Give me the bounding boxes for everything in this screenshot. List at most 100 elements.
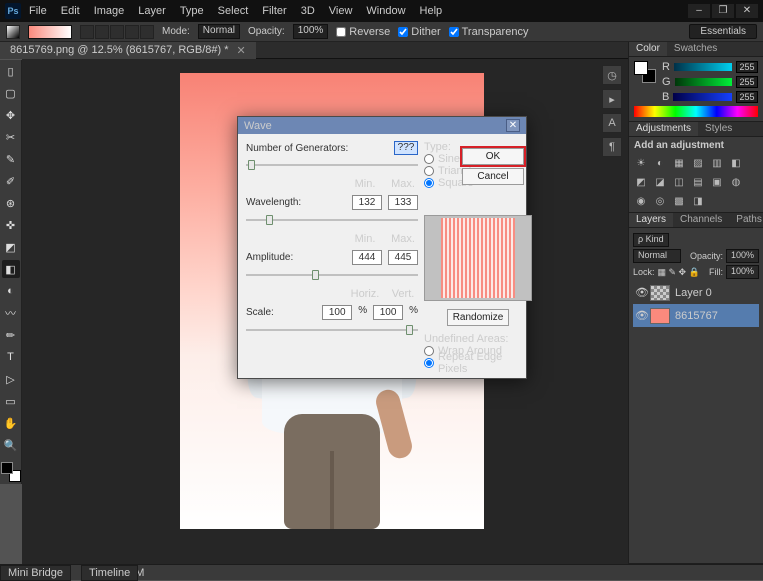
adj-icon[interactable]: ◎ [653,195,667,209]
transparency-checkbox[interactable]: Transparency [449,26,529,38]
cancel-button[interactable]: Cancel [462,168,524,185]
tool-eyedropper[interactable]: ✎ [2,150,20,168]
menu-filter[interactable]: Filter [256,5,292,17]
gradient-type-buttons[interactable] [80,25,154,39]
fill-value[interactable]: 100% [726,265,759,279]
tab-color[interactable]: Color [629,42,667,56]
tool-hand[interactable]: ✋ [2,414,20,432]
generators-slider[interactable] [246,159,418,171]
tab-styles[interactable]: Styles [698,122,739,136]
tab-adjustments[interactable]: Adjustments [629,122,698,136]
menu-type[interactable]: Type [174,5,210,17]
tab-timeline[interactable]: Timeline [81,565,138,581]
tool-history[interactable]: ◩ [2,238,20,256]
tool-pen[interactable]: ✏ [2,326,20,344]
menu-layer[interactable]: Layer [132,5,172,17]
tab-channels[interactable]: Channels [673,213,729,227]
menu-view[interactable]: View [323,5,359,17]
tool-blur[interactable]: ◐ [2,282,20,300]
adj-icon[interactable]: ◉ [634,195,648,209]
amplitude-max-input[interactable]: 445 [388,250,418,265]
opacity-select[interactable]: 100% [293,24,329,39]
tab-paths[interactable]: Paths [729,213,763,227]
amplitude-min-input[interactable]: 444 [352,250,382,265]
tool-marquee[interactable]: ▢ [2,84,20,102]
tool-move[interactable]: ▯ [2,62,20,80]
adj-icon[interactable]: ▦ [672,157,686,171]
b-slider[interactable] [673,93,732,101]
wavelength-slider[interactable] [246,214,418,226]
paragraph-panel-icon[interactable]: ¶ [602,137,622,157]
dither-checkbox[interactable]: Dither [398,26,440,38]
tool-shape[interactable]: ▭ [2,392,20,410]
tool-type[interactable]: T [2,348,20,366]
tool-lasso[interactable]: ✥ [2,106,20,124]
menu-edit[interactable]: Edit [55,5,86,17]
tool-zoom[interactable]: 🔍 [2,436,20,454]
color-spectrum[interactable] [634,106,758,117]
tool-healing[interactable]: ✐ [2,172,20,190]
scale-horiz-input[interactable]: 100 [322,305,352,320]
color-fgbg[interactable] [634,61,656,83]
menu-3d[interactable]: 3D [295,5,321,17]
tool-brush[interactable]: ⊛ [2,194,20,212]
adj-icon[interactable]: ◐ [653,157,667,171]
wavelength-min-input[interactable]: 132 [352,195,382,210]
layer-row[interactable]: 👁 8615767 [633,304,759,327]
close-tab-icon[interactable]: ✕ [237,44,246,57]
r-slider[interactable] [674,63,732,71]
adj-icon[interactable]: ☀ [634,157,648,171]
layer-row[interactable]: 👁 Layer 0 [633,281,759,304]
visibility-icon[interactable]: 👁 [635,286,645,299]
tool-crop[interactable]: ✂ [2,128,20,146]
adj-icon[interactable]: ◪ [653,176,667,190]
adj-icon[interactable]: ◨ [691,195,705,209]
layer-kind-filter[interactable]: ρ Kind [633,233,669,247]
wavelength-max-input[interactable]: 133 [388,195,418,210]
gradient-tool-icon[interactable] [6,25,20,39]
adj-icon[interactable]: ◩ [634,176,648,190]
layer-opacity-value[interactable]: 100% [726,249,759,263]
randomize-button[interactable]: Randomize [447,309,509,326]
history-panel-icon[interactable]: ◷ [602,65,622,85]
adj-icon[interactable]: ▤ [691,176,705,190]
tool-gradient[interactable]: ◧ [2,260,20,278]
lock-icons[interactable]: ▦ ✎ ✥ 🔒 [658,267,700,278]
window-minimize[interactable]: – [688,4,710,18]
amplitude-slider[interactable] [246,269,418,281]
ok-button[interactable]: OK [462,148,524,165]
dialog-close-icon[interactable]: ✕ [506,119,520,132]
actions-panel-icon[interactable]: ▸ [602,89,622,109]
reverse-checkbox[interactable]: Reverse [336,26,390,38]
menu-select[interactable]: Select [212,5,255,17]
character-panel-icon[interactable]: A [602,113,622,133]
adj-icon[interactable]: ◍ [729,176,743,190]
menu-window[interactable]: Window [360,5,411,17]
adj-icon[interactable]: ◫ [672,176,686,190]
undef-repeat[interactable]: Repeat Edge Pixels [424,357,532,369]
adj-icon[interactable]: ▩ [672,195,686,209]
menu-help[interactable]: Help [414,5,449,17]
window-close[interactable]: ✕ [736,4,758,18]
generators-input[interactable]: ??? [394,141,418,155]
tab-swatches[interactable]: Swatches [667,42,724,56]
tool-stamp[interactable]: ✜ [2,216,20,234]
menu-image[interactable]: Image [88,5,131,17]
tool-dodge[interactable]: 〰 [2,304,20,322]
tab-layers[interactable]: Layers [629,213,673,227]
dialog-titlebar[interactable]: Wave ✕ [238,117,526,134]
scale-vert-input[interactable]: 100 [373,305,403,320]
adj-icon[interactable]: ▨ [691,157,705,171]
tab-mini-bridge[interactable]: Mini Bridge [0,565,71,581]
blend-mode-select[interactable]: Normal [633,249,681,263]
adj-icon[interactable]: ▣ [710,176,724,190]
g-slider[interactable] [675,78,732,86]
visibility-icon[interactable]: 👁 [635,309,645,322]
document-tab[interactable]: 8615769.png @ 12.5% (8615767, RGB/8#) * … [0,42,256,59]
foreground-background-colors[interactable] [1,462,21,482]
adj-icon[interactable]: ▥ [710,157,724,171]
menu-file[interactable]: File [23,5,53,17]
b-value[interactable]: 255 [736,91,758,103]
adj-icon[interactable]: ◧ [729,157,743,171]
tool-path[interactable]: ▷ [2,370,20,388]
